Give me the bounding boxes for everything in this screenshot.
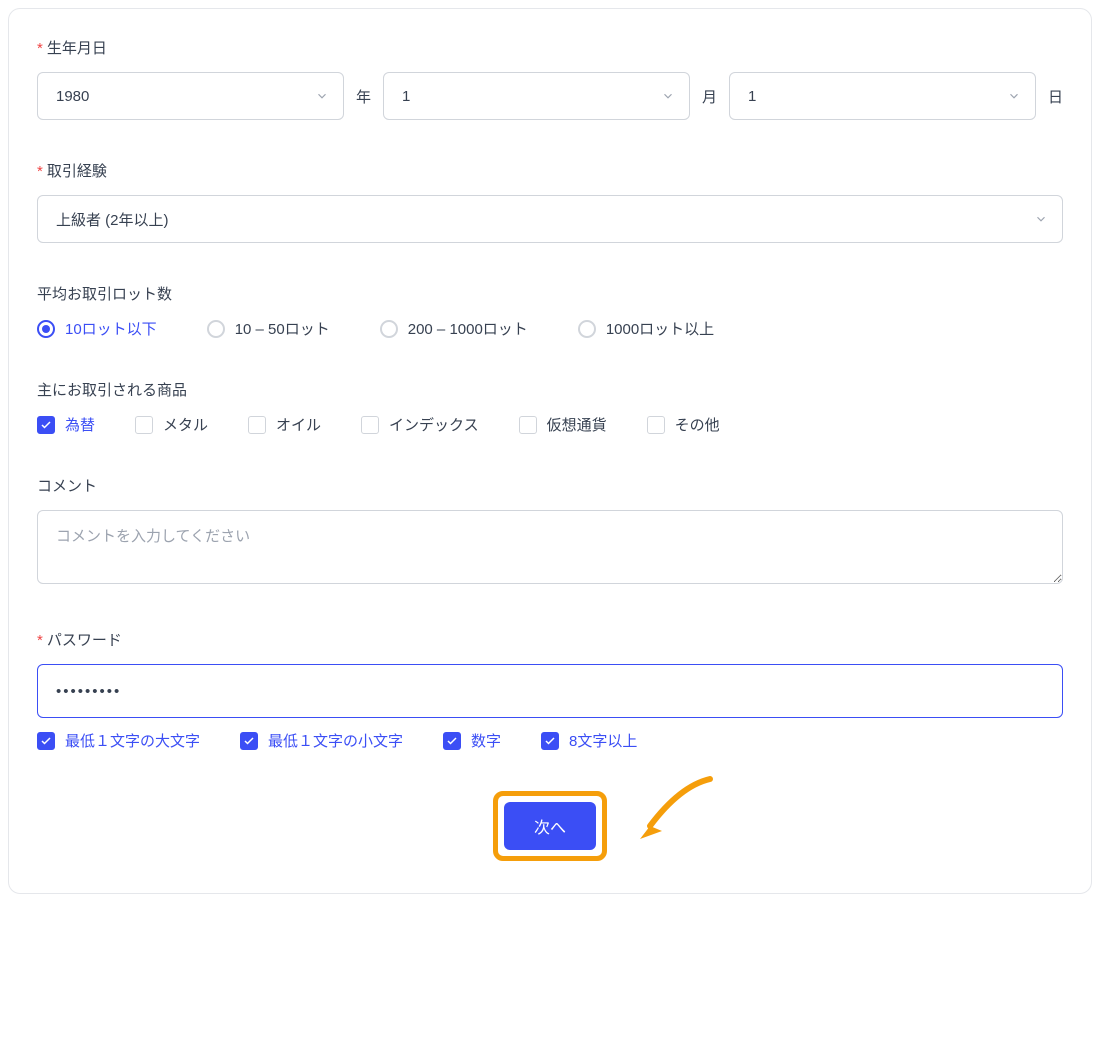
validation-label: 数字 [471,730,501,751]
chevron-down-icon [1034,212,1048,226]
checkbox-label: メタル [163,414,208,435]
birthdate-row: 1980 年 1 月 1 日 [37,72,1063,120]
radio-label: 200 – 1000ロット [408,318,528,339]
submit-highlight-frame: 次へ [493,791,607,861]
birthdate-group: *生年月日 1980 年 1 月 1 [37,37,1063,120]
product-checkbox-4[interactable]: 仮想通貨 [519,414,607,435]
form-container: *生年月日 1980 年 1 月 1 [8,8,1092,894]
day-unit: 日 [1048,86,1063,107]
products-label: 主にお取引される商品 [37,379,1063,400]
radio-label: 10ロット以下 [65,318,157,339]
check-icon [443,732,461,750]
year-unit: 年 [356,86,371,107]
required-star-icon: * [37,40,43,57]
password-validation-row: 最低１文字の大文字 最低１文字の小文字 数字 8文字以上 [37,730,1063,751]
comment-group: コメント [37,475,1063,589]
validation-label: 最低１文字の大文字 [65,730,200,751]
year-select[interactable]: 1980 [37,72,344,120]
password-validation-1: 最低１文字の小文字 [240,730,403,751]
chevron-down-icon [315,89,329,103]
password-label-text: パスワード [47,632,122,649]
comment-textarea[interactable] [37,510,1063,584]
day-select[interactable]: 1 [729,72,1036,120]
product-checkbox-2[interactable]: オイル [248,414,321,435]
required-star-icon: * [37,163,43,180]
checkbox-label: オイル [276,414,321,435]
required-star-icon: * [37,632,43,649]
password-validation-0: 最低１文字の大文字 [37,730,200,751]
radio-icon [380,320,398,338]
avg-lots-group: 平均お取引ロット数 10ロット以下 10 – 50ロット 200 – 1000ロット… [37,283,1063,339]
lot-radio-0[interactable]: 10ロット以下 [37,318,157,339]
radio-icon [578,320,596,338]
avg-lots-label: 平均お取引ロット数 [37,283,1063,304]
checkbox-icon [519,416,537,434]
checkbox-label: インデックス [389,414,479,435]
next-button[interactable]: 次へ [504,802,596,850]
checkbox-label: 為替 [65,414,95,435]
password-validation-2: 数字 [443,730,501,751]
product-checkbox-3[interactable]: インデックス [361,414,479,435]
checkbox-icon [647,416,665,434]
radio-icon [207,320,225,338]
radio-icon [37,320,55,338]
submit-row: 次へ [37,791,1063,861]
year-value: 1980 [56,88,89,105]
radio-label: 10 – 50ロット [235,318,330,339]
check-icon [240,732,258,750]
arrow-annotation-icon [630,771,720,851]
birthdate-label-text: 生年月日 [47,40,107,57]
month-select[interactable]: 1 [383,72,690,120]
product-checkbox-0[interactable]: 為替 [37,414,95,435]
check-icon [541,732,559,750]
products-group: 主にお取引される商品 為替 メタル オイル インデックス 仮想通貨 その他 [37,379,1063,435]
password-input[interactable] [37,664,1063,718]
product-checkbox-1[interactable]: メタル [135,414,208,435]
checkbox-label: 仮想通貨 [547,414,607,435]
checkbox-icon [248,416,266,434]
product-checkbox-5[interactable]: その他 [647,414,720,435]
experience-select[interactable]: 上級者 (2年以上) [37,195,1063,243]
experience-value: 上級者 (2年以上) [56,209,169,230]
checkbox-label: その他 [675,414,720,435]
password-validation-3: 8文字以上 [541,730,637,751]
validation-label: 8文字以上 [569,730,637,751]
radio-label: 1000ロット以上 [606,318,714,339]
month-value: 1 [402,88,410,105]
avg-lots-radio-row: 10ロット以下 10 – 50ロット 200 – 1000ロット 1000ロット以上 [37,318,1063,339]
lot-radio-1[interactable]: 10 – 50ロット [207,318,330,339]
comment-label: コメント [37,475,1063,496]
experience-group: *取引経験 上級者 (2年以上) [37,160,1063,243]
checkbox-icon [361,416,379,434]
checkbox-icon [37,416,55,434]
chevron-down-icon [661,89,675,103]
month-unit: 月 [702,86,717,107]
products-checkbox-row: 為替 メタル オイル インデックス 仮想通貨 その他 [37,414,1063,435]
chevron-down-icon [1007,89,1021,103]
validation-label: 最低１文字の小文字 [268,730,403,751]
check-icon [37,732,55,750]
lot-radio-2[interactable]: 200 – 1000ロット [380,318,528,339]
password-group: *パスワード [37,629,1063,718]
experience-label-text: 取引経験 [47,163,107,180]
lot-radio-3[interactable]: 1000ロット以上 [578,318,714,339]
checkbox-icon [135,416,153,434]
password-label: *パスワード [37,629,1063,650]
birthdate-label: *生年月日 [37,37,1063,58]
experience-label: *取引経験 [37,160,1063,181]
day-value: 1 [748,88,756,105]
